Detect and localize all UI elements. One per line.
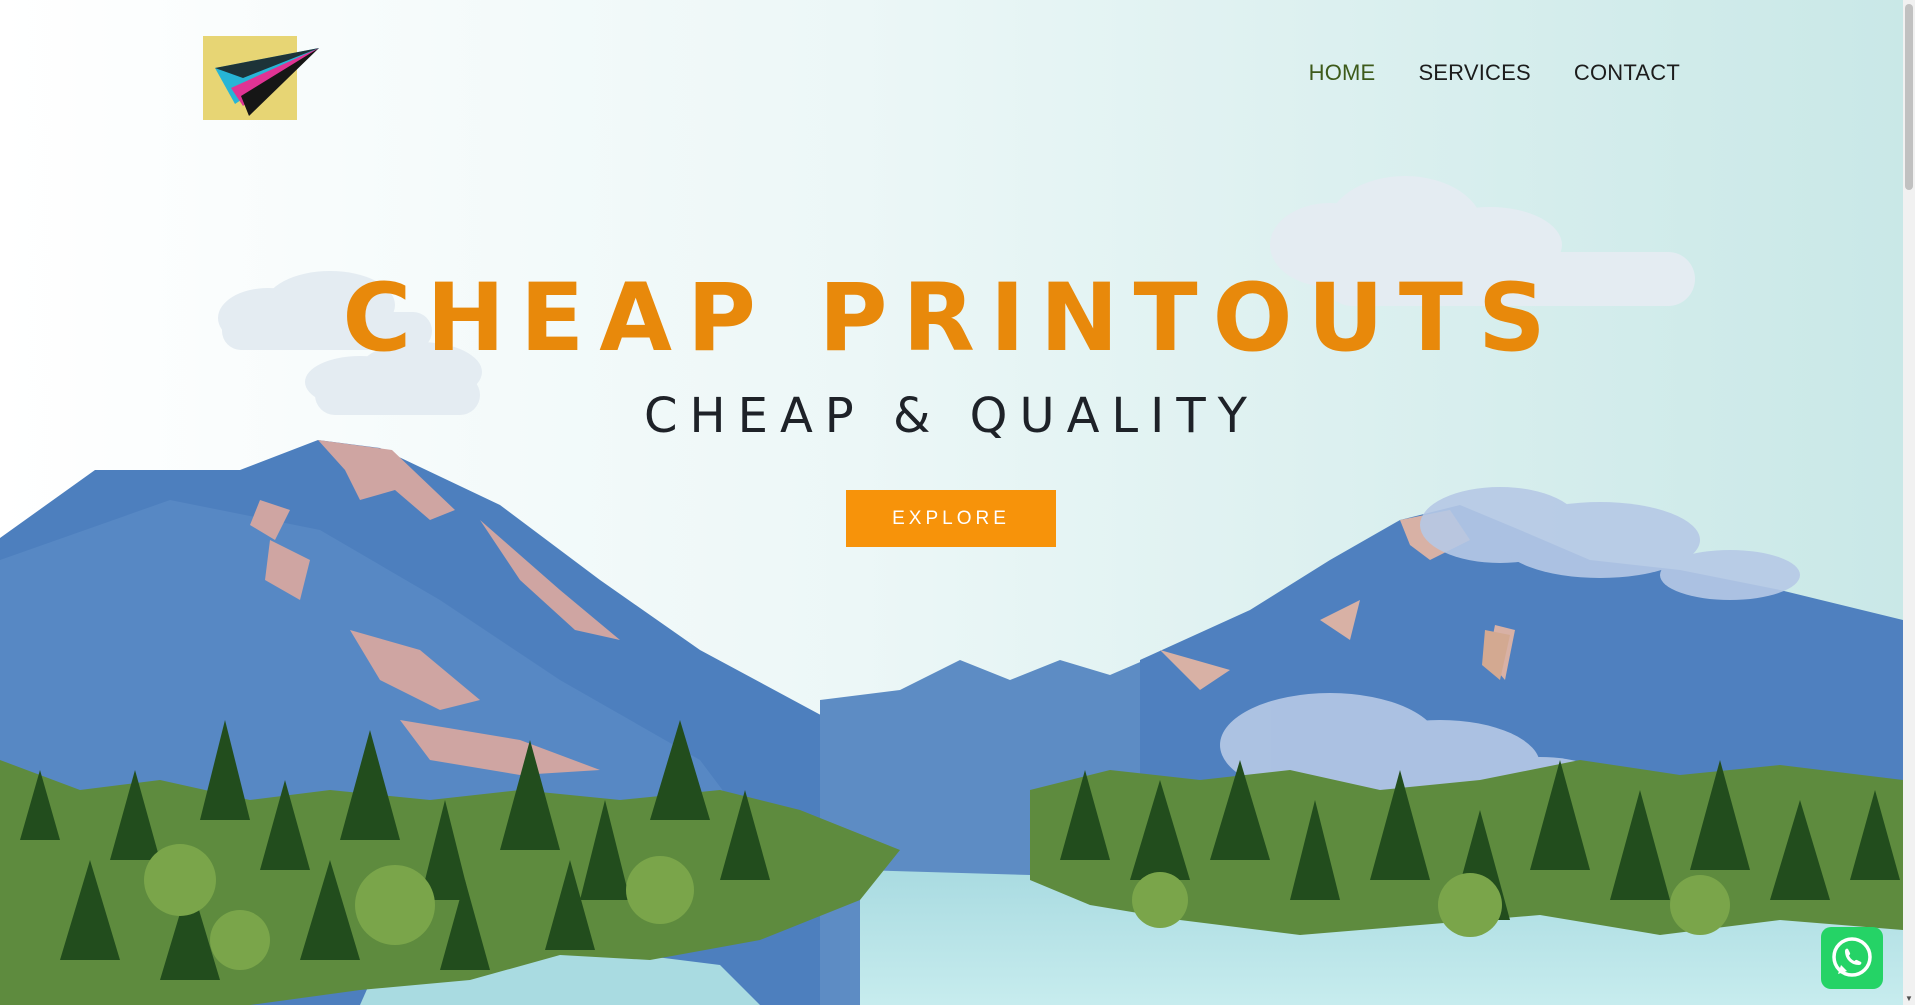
hero-subtitle: CHEAP & QUALITY [644,388,1259,444]
whatsapp-icon[interactable] [1821,927,1883,989]
nav-home[interactable]: HOME [1309,60,1376,86]
scroll-down-arrow-icon[interactable]: ▼ [1905,995,1913,1003]
main-nav: HOME SERVICES CONTACT [1309,60,1680,86]
hero-title: CHEAP PRINTOUTS [342,264,1561,373]
scrollbar[interactable]: ▼ [1903,0,1915,1005]
nav-contact[interactable]: CONTACT [1574,60,1680,86]
page: HOME SERVICES CONTACT CHEAP PRINTOUTS CH… [0,0,1903,1005]
scrollbar-thumb[interactable] [1905,4,1913,190]
explore-button[interactable]: EXPLORE [846,490,1056,547]
paper-plane-logo[interactable] [201,34,321,122]
nav-services[interactable]: SERVICES [1418,60,1530,86]
